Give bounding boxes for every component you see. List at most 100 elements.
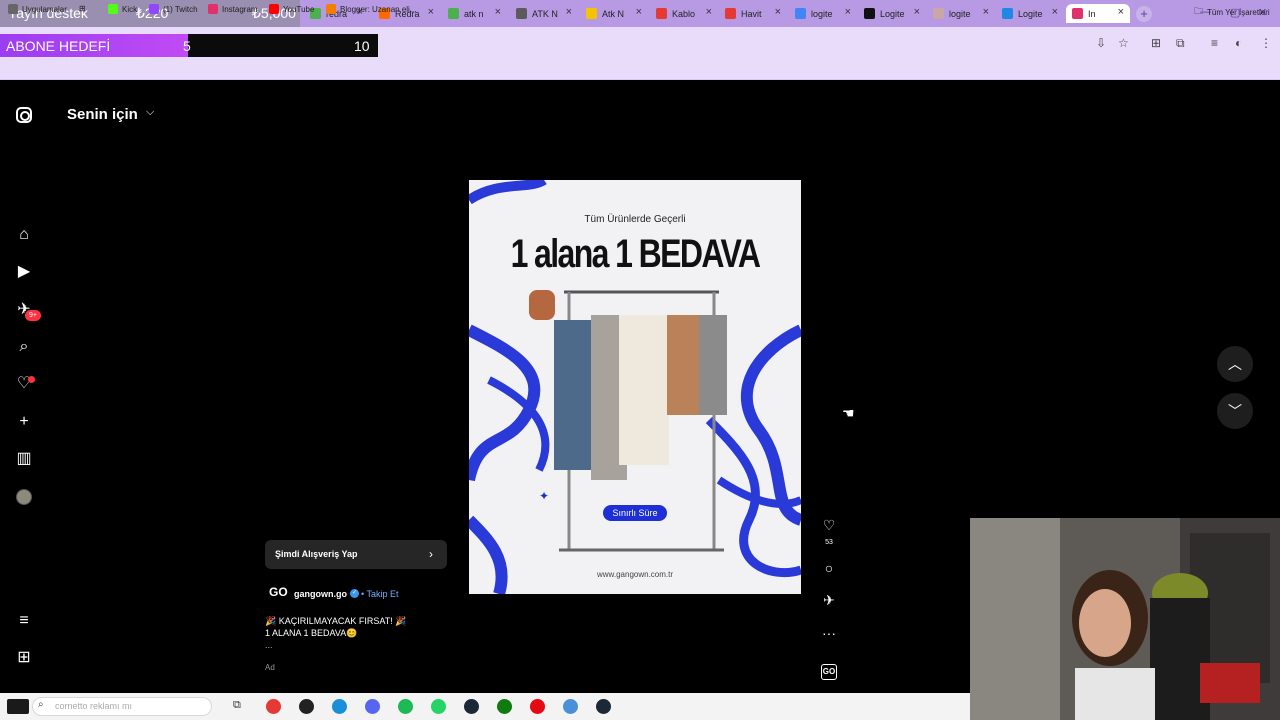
create-plus-icon[interactable]: + [14,412,34,432]
chevron-down-icon[interactable]: ⌵ [146,106,154,119]
discord-icon[interactable] [365,699,380,714]
close-tab-icon[interactable]: × [566,6,572,18]
profile-icon[interactable]: ◐ [1235,36,1242,50]
close-tab-icon[interactable]: × [1118,6,1124,18]
whatsapp-icon[interactable] [431,699,446,714]
messages-badge: 9+ [25,310,41,321]
menu-icon[interactable]: ⋮ [1260,36,1272,50]
chrome-icon[interactable] [266,699,281,714]
more-options-icon[interactable]: ··· [820,625,838,641]
bookmark-star-icon[interactable]: ☆ [1118,36,1129,50]
all-bookmarks-label: Tüm Yer İşaretleri [1207,7,1270,17]
tab-3[interactable]: ATK N × [510,4,578,23]
tab-11[interactable]: In × [1066,4,1130,23]
tab-4[interactable]: Atk N × [580,4,648,23]
apps-icon [8,4,18,14]
bookmark-2[interactable]: (1) Twitch [149,4,198,14]
tab-favicon-icon [448,8,459,19]
hand-cursor-icon: ☚ [842,405,855,421]
apps-grid-icon[interactable]: ⊞ [79,4,86,13]
settings-icon[interactable] [563,699,578,714]
steam-alt-icon[interactable] [596,699,611,714]
webcam-image [970,518,1280,720]
more-menu-icon[interactable]: ≡ [14,611,34,631]
profile-avatar[interactable] [16,489,32,505]
bookmark-3[interactable]: Instagram [208,4,258,14]
tab-10[interactable]: Logite × [996,4,1064,23]
audio-source-logo[interactable]: GO [821,664,837,680]
close-tab-icon[interactable]: × [845,6,851,18]
account-avatar[interactable]: GO [269,585,288,599]
tab-label: ATK N [532,8,558,19]
tab-8[interactable]: Logite × [858,4,926,23]
extensions-icon[interactable]: ⧉ [1176,36,1185,51]
svg-text:✦: ✦ [539,489,549,503]
new-tab-button[interactable]: + [1136,6,1152,22]
comment-icon[interactable]: ○ [820,560,838,576]
close-tab-icon[interactable]: × [914,6,920,18]
twitch-icon [149,4,159,14]
netflix-icon[interactable] [530,699,545,714]
bookmark-5[interactable]: Blogger: Uzanan eli... [326,4,417,14]
like-count: 53 [825,539,833,546]
caption-more[interactable]: ... [265,640,273,650]
ad-subtitle: Tüm Ürünlerde Geçerli [584,214,686,225]
close-tab-icon[interactable]: × [1052,6,1058,18]
follow-button[interactable]: • Takip Et [361,589,399,599]
shop-now-button[interactable]: Şimdi Alışveriş Yap › [265,540,447,569]
tab-label: Kablo [672,8,696,19]
taskbar-search[interactable]: cornetto reklamı mı [32,697,212,716]
close-tab-icon[interactable]: × [775,6,781,18]
ad-url: www.gangown.com.tr [596,570,674,579]
tab-2[interactable]: atk n × [442,4,507,23]
close-tab-icon[interactable]: × [495,6,501,18]
spotify-icon[interactable] [398,699,413,714]
reels-icon[interactable]: ▶ [14,262,34,282]
feed-title[interactable]: Senin için [67,106,138,123]
previous-reel-button[interactable]: ︿ [1217,346,1253,382]
tab-9[interactable]: logite × [927,4,995,23]
install-app-icon[interactable]: ⇩ [1096,36,1106,50]
tab-favicon-icon [864,8,875,19]
bookmark-label: Blogger: Uzanan eli... [340,4,417,14]
instagram-logo-icon[interactable] [16,107,32,123]
ad-creative[interactable]: ✦ Tüm Ürünlerde Geçerli 1 alana 1 BEDAVA… [469,180,801,594]
tab-favicon-icon [516,8,527,19]
close-tab-icon[interactable]: × [706,6,712,18]
home-icon[interactable]: ⌂ [14,225,34,245]
close-tab-icon[interactable]: × [983,6,989,18]
tab-label: logite [811,8,833,19]
search-icon[interactable]: ⌕ [14,337,34,357]
obs-icon[interactable] [299,699,314,714]
tab-favicon-icon [586,8,597,19]
xbox-icon[interactable] [497,699,512,714]
tab-label: In [1088,8,1096,19]
taskbar-search-text: cornetto reklamı mı [55,701,133,711]
next-reel-button[interactable]: ﹀ [1217,393,1253,429]
reading-list-icon[interactable]: ≡ [1211,36,1218,50]
steam-icon[interactable] [464,699,479,714]
bookmarks-bar [0,58,1280,80]
account-name[interactable]: gangown.go [294,589,347,599]
tab-favicon-icon [725,8,736,19]
start-logo-icon[interactable] [7,699,29,714]
tab-6[interactable]: Havit × [719,4,787,23]
tab-label: Havit [741,8,762,19]
bookmark-4[interactable]: YouTube [269,4,314,14]
bookmark-0[interactable]: Uygulamalar [8,4,67,14]
also-from-meta-icon[interactable]: ⊞ [14,648,34,668]
dashboard-icon[interactable]: ▥ [14,449,34,469]
close-tab-icon[interactable]: × [636,6,642,18]
share-icon[interactable]: ✈ [820,592,838,609]
bookmark-1[interactable]: Kick [108,4,137,14]
webcam-overlay [970,518,1280,720]
tab-7[interactable]: logite × [789,4,857,23]
translate-icon[interactable]: ⊞ [1151,36,1161,50]
edge-icon[interactable] [332,699,347,714]
like-heart-icon[interactable]: ♡ [820,517,838,534]
all-bookmarks[interactable]: 🗀 Tüm Yer İşaretleri [1194,4,1270,20]
tab-5[interactable]: Kablo × [650,4,718,23]
close-tab-icon[interactable]: × [428,6,434,18]
bookmark-label: YouTube [283,4,315,14]
task-view-icon[interactable]: ⧉ [233,699,241,712]
